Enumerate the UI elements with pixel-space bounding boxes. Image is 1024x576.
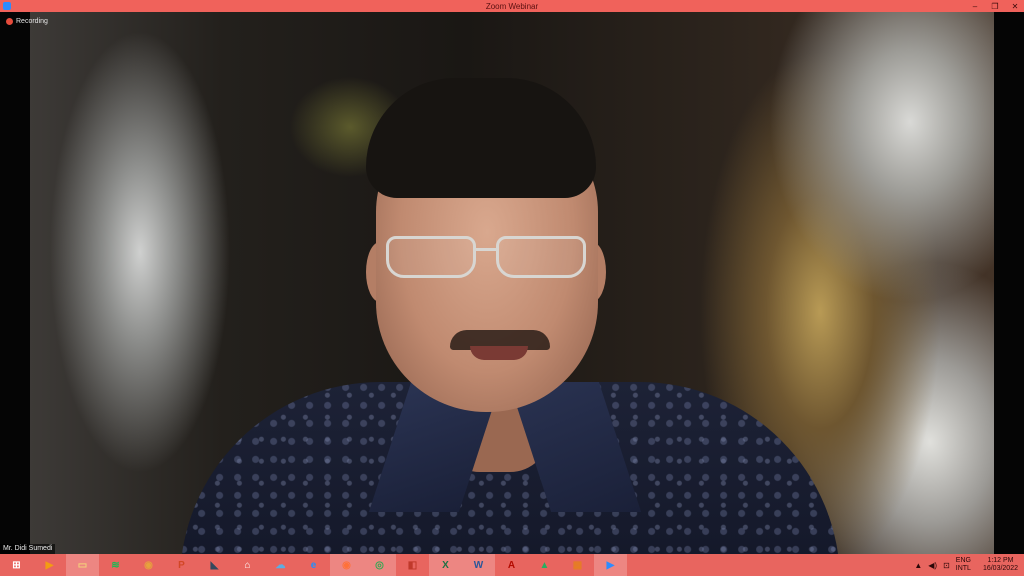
internet-explorer-icon: e	[310, 559, 317, 571]
participant-name-tag: Mr. Didi Sumedi	[0, 544, 56, 554]
clock[interactable]: 1:12 PM 16/03/2022	[983, 557, 1018, 573]
taskbar-button-powerpoint[interactable]: P	[165, 554, 198, 576]
recording-dot-icon	[6, 18, 13, 25]
taskbar-button-arrow-app[interactable]: ▲	[528, 554, 561, 576]
minimize-icon[interactable]: –	[970, 2, 980, 11]
acrobat-icon: A	[507, 559, 516, 571]
taskbar-button-internet-explorer[interactable]: e	[297, 554, 330, 576]
excel-icon: X	[442, 559, 449, 571]
taskbar-button-file-explorer[interactable]: ▭	[66, 554, 99, 576]
network-icon[interactable]: ⊡	[943, 561, 950, 570]
taskbar-button-home[interactable]: ⌂	[231, 554, 264, 576]
recording-indicator[interactable]: Recording	[6, 18, 48, 25]
taskbar-button-database[interactable]: ◉	[132, 554, 165, 576]
zoom-icon: ▶	[606, 559, 615, 571]
video-area: Recording Mr. Didi Sumedi	[0, 12, 1024, 554]
language-indicator[interactable]: ENG INTL	[956, 557, 971, 573]
media-player-icon: ▶	[45, 559, 54, 571]
pdf-viewer-icon: ◧	[407, 559, 418, 571]
recording-label: Recording	[16, 18, 48, 25]
window-title: Zoom Webinar	[485, 1, 539, 11]
taskbar-button-excel[interactable]: X	[429, 554, 462, 576]
start-button-icon: ⊞	[12, 559, 21, 571]
taskbar-button-office[interactable]: ▦	[561, 554, 594, 576]
speaker-image	[30, 12, 994, 554]
cloud-icon: ☁	[275, 559, 286, 571]
taskbar-button-start-button[interactable]: ⊞	[0, 554, 33, 576]
taskbar: ⊞ ▶ ▭ ≋ ◉ P ◣ ⌂ ☁ e ◉ ◎ ◧ X W A ▲ ▦ ▶	[0, 554, 1024, 576]
home-icon: ⌂	[244, 559, 251, 571]
taskbar-button-zoom[interactable]: ▶	[594, 554, 627, 576]
taskbar-button-scanner[interactable]: ◣	[198, 554, 231, 576]
taskbar-button-firefox[interactable]: ◉	[330, 554, 363, 576]
taskbar-button-spotify[interactable]: ≋	[99, 554, 132, 576]
office-icon: ▦	[572, 559, 583, 571]
volume-icon[interactable]: ◀)	[928, 561, 937, 570]
close-icon[interactable]: ✕	[1010, 2, 1020, 11]
clock-time: 1:12 PM	[987, 557, 1014, 564]
restore-icon[interactable]: ❐	[990, 2, 1000, 11]
taskbar-button-media-player[interactable]: ▶	[33, 554, 66, 576]
title-bar: Zoom Webinar – ❐ ✕	[0, 0, 1024, 12]
taskbar-button-acrobat[interactable]: A	[495, 554, 528, 576]
word-icon: W	[473, 559, 484, 571]
scanner-icon: ◣	[210, 559, 219, 571]
firefox-icon: ◉	[342, 559, 351, 571]
system-tray: ▲ ◀) ⊡ ENG INTL 1:12 PM 16/03/2022	[914, 554, 1018, 576]
clock-date: 16/03/2022	[982, 565, 1018, 572]
database-icon: ◉	[144, 559, 153, 571]
window-controls: – ❐ ✕	[970, 0, 1020, 12]
taskbar-button-word[interactable]: W	[462, 554, 495, 576]
participant-video	[30, 12, 994, 554]
zoom-app-icon	[3, 2, 11, 10]
tray-overflow-icon[interactable]: ▲	[914, 561, 922, 570]
chrome-icon: ◎	[375, 559, 384, 571]
arrow-app-icon: ▲	[539, 559, 550, 571]
file-explorer-icon: ▭	[77, 559, 88, 571]
taskbar-button-cloud[interactable]: ☁	[264, 554, 297, 576]
taskbar-button-pdf-viewer[interactable]: ◧	[396, 554, 429, 576]
powerpoint-icon: P	[178, 559, 185, 571]
spotify-icon: ≋	[111, 559, 120, 571]
taskbar-button-chrome[interactable]: ◎	[363, 554, 396, 576]
taskbar-apps: ⊞ ▶ ▭ ≋ ◉ P ◣ ⌂ ☁ e ◉ ◎ ◧ X W A ▲ ▦ ▶	[0, 554, 627, 576]
